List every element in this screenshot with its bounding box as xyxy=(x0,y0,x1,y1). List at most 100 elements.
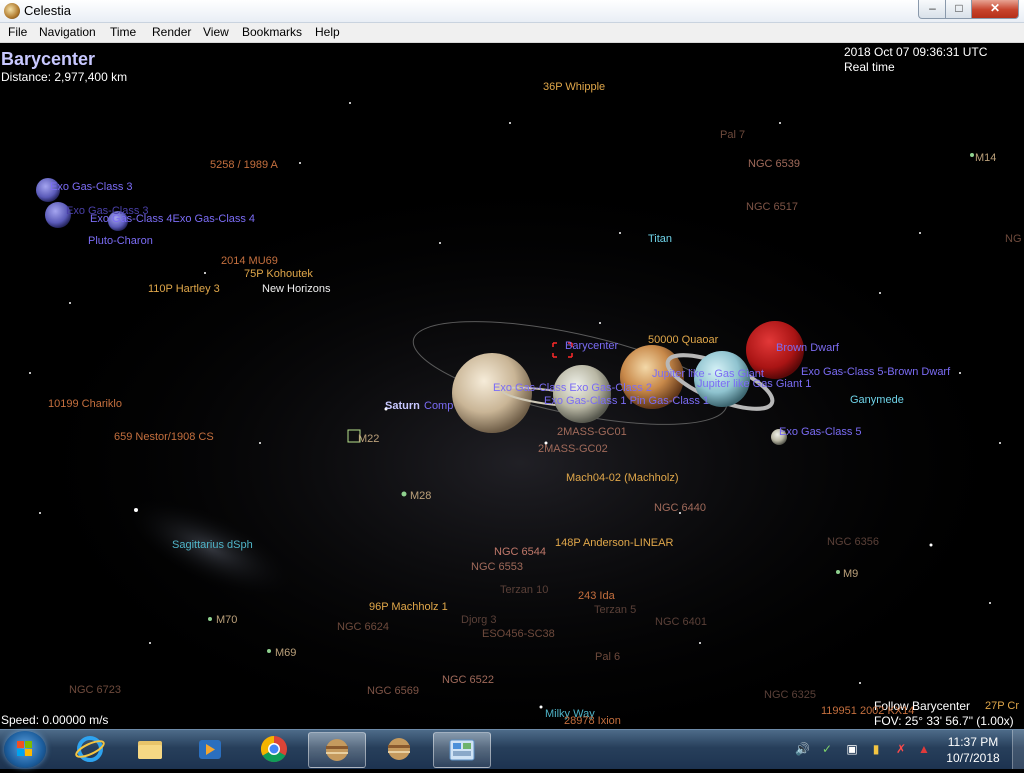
control-panel-icon xyxy=(449,739,475,761)
taskbar-explorer-button[interactable] xyxy=(122,732,178,766)
time-mode: Real time xyxy=(844,60,895,74)
window-titlebar: Celestia – □ ✕ xyxy=(0,0,1024,23)
maximize-button[interactable]: □ xyxy=(945,0,973,19)
label-ngc-6624[interactable]: NGC 6624 xyxy=(337,621,389,633)
folder-icon xyxy=(138,741,162,759)
label-ngc-6569[interactable]: NGC 6569 xyxy=(367,685,419,697)
label-ngc-6325[interactable]: NGC 6325 xyxy=(764,689,816,701)
taskbar-control-panel-button[interactable] xyxy=(433,732,491,768)
taskbar-celestia-button-2[interactable] xyxy=(371,732,427,766)
label-exo-gas-class-group[interactable]: Exo Gas-Class Exo Gas-Class 2 xyxy=(493,382,652,394)
label-96p-machholz-1[interactable]: 96P Machholz 1 xyxy=(369,601,448,613)
window-title: Celestia xyxy=(24,3,71,18)
label-m28[interactable]: M28 xyxy=(410,490,431,502)
menu-time[interactable]: Time xyxy=(110,25,136,39)
media-player-icon xyxy=(199,740,221,759)
label-ngc-6517[interactable]: NGC 6517 xyxy=(746,201,798,213)
security-icon[interactable]: ✓ xyxy=(820,742,834,756)
label-exo-gas-class-3a[interactable]: Exo Gas-Class 3 xyxy=(50,181,133,193)
label-pluto-charon[interactable]: Pluto-Charon xyxy=(88,235,153,247)
label-50000-quaoar[interactable]: 50000 Quaoar xyxy=(648,334,718,346)
label-110p-hartley-3[interactable]: 110P Hartley 3 xyxy=(148,283,220,295)
menu-bookmarks[interactable]: Bookmarks xyxy=(242,25,302,39)
label-djorg-3[interactable]: Djorg 3 xyxy=(461,614,496,626)
label-sagittarius-dsph[interactable]: Sagittarius dSph xyxy=(172,539,253,551)
label-terzan-5[interactable]: Terzan 5 xyxy=(594,604,636,616)
label-ngc-6356[interactable]: NGC 6356 xyxy=(827,536,879,548)
label-pal-6[interactable]: Pal 6 xyxy=(595,651,620,663)
label-m9[interactable]: M9 xyxy=(843,568,858,580)
label-ngc-6539[interactable]: NGC 6539 xyxy=(748,158,800,170)
label-pal-7[interactable]: Pal 7 xyxy=(720,129,745,141)
label-ngc-6522[interactable]: NGC 6522 xyxy=(442,674,494,686)
windows-logo-icon xyxy=(17,741,32,756)
label-m14[interactable]: M14 xyxy=(975,152,996,164)
label-5258-1989a[interactable]: 5258 / 1989 A xyxy=(210,159,278,171)
label-exo-gas-class-4-group[interactable]: Exo Gas-Class 4Exo Gas-Class 4 xyxy=(90,213,255,225)
volume-icon[interactable]: 🔊 xyxy=(795,742,810,756)
label-eso456-sc38[interactable]: ESO456-SC38 xyxy=(482,628,555,640)
label-28978-ixion[interactable]: 28978 Ixion xyxy=(564,715,621,727)
acrobat-icon[interactable]: ▲ xyxy=(917,742,931,756)
internet-explorer-icon xyxy=(75,736,105,762)
menu-bar: File Navigation Time Render View Bookmar… xyxy=(0,23,1024,43)
close-button[interactable]: ✕ xyxy=(971,0,1019,19)
taskbar-media-player-button[interactable] xyxy=(182,732,238,766)
label-brown-dwarf[interactable]: Brown Dwarf xyxy=(776,342,839,354)
label-saturn[interactable]: Saturn xyxy=(385,400,420,412)
label-10199-chariklo[interactable]: 10199 Chariklo xyxy=(48,398,122,410)
label-2mass-gc02[interactable]: 2MASS-GC02 xyxy=(538,443,608,455)
start-button[interactable] xyxy=(4,731,46,768)
label-machholz-overlap[interactable]: Mach04-02 (Machholz) xyxy=(566,472,679,484)
taskbar-clock-date[interactable]: 10/7/2018 xyxy=(943,751,1003,765)
menu-help[interactable]: Help xyxy=(315,25,340,39)
label-ngc-6544[interactable]: NGC 6544 xyxy=(494,546,546,558)
simulation-datetime: 2018 Oct 07 09:36:31 UTC xyxy=(844,45,988,59)
label-m70[interactable]: M70 xyxy=(216,614,237,626)
label-ganymede[interactable]: Ganymede xyxy=(850,394,904,406)
label-ngc-edge[interactable]: NG xyxy=(1005,233,1022,245)
label-ngc-6723[interactable]: NGC 6723 xyxy=(69,684,121,696)
label-659-nestor[interactable]: 659 Nestor/1908 CS xyxy=(114,431,214,443)
shield-icon[interactable]: ▮ xyxy=(869,742,883,756)
label-243-ida[interactable]: 243 Ida xyxy=(578,590,615,602)
label-jupiter-like-gas-giant-1[interactable]: Jupiter like Gas Giant 1 xyxy=(697,378,811,390)
label-terzan-10[interactable]: Terzan 10 xyxy=(500,584,548,596)
menu-render[interactable]: Render xyxy=(152,25,191,39)
label-titan[interactable]: Titan xyxy=(648,233,672,245)
network-icon[interactable]: ▣ xyxy=(845,742,859,756)
menu-file[interactable]: File xyxy=(8,25,27,39)
label-27p-crommelin[interactable]: 27P Cr xyxy=(985,700,1019,712)
label-m22[interactable]: M22 xyxy=(358,433,379,445)
celestia-viewport[interactable]: Barycenter Distance: 2,977,400 km 2018 O… xyxy=(0,43,1024,729)
minimize-button[interactable]: – xyxy=(918,0,947,19)
show-desktop-button[interactable] xyxy=(1012,730,1024,769)
taskbar-clock-time[interactable]: 11:37 PM xyxy=(943,735,1003,749)
label-2014-mu69[interactable]: 2014 MU69 xyxy=(221,255,278,267)
label-ngc-6553[interactable]: NGC 6553 xyxy=(471,561,523,573)
label-148p-anderson-linear[interactable]: 148P Anderson-LINEAR xyxy=(555,537,673,549)
label-ngc-6440[interactable]: NGC 6440 xyxy=(654,502,706,514)
label-exo-gas-class-5-brown-dwarf[interactable]: Exo Gas-Class 5-Brown Dwarf xyxy=(801,366,950,378)
label-119951[interactable]: 119951 2002 KX14 xyxy=(821,705,914,717)
label-exo-gas-class-5[interactable]: Exo Gas-Class 5 xyxy=(779,426,862,438)
taskbar-celestia-button-1[interactable] xyxy=(308,732,366,768)
celestia-app-icon xyxy=(4,3,20,19)
label-36p-whipple[interactable]: 36P Whipple xyxy=(543,81,605,93)
taskbar-ie-button[interactable] xyxy=(62,732,118,766)
action-center-icon[interactable]: ✗ xyxy=(894,742,908,756)
camera-speed: Speed: 0.00000 m/s xyxy=(1,713,109,727)
target-distance: Distance: 2,977,400 km xyxy=(1,70,128,84)
label-2mass-gc01[interactable]: 2MASS-GC01 xyxy=(557,426,627,438)
label-saturn-comp[interactable]: Comp xyxy=(424,400,453,412)
taskbar-chrome-button[interactable] xyxy=(246,732,302,766)
label-ngc-6401[interactable]: NGC 6401 xyxy=(655,616,707,628)
menu-navigation[interactable]: Navigation xyxy=(39,25,96,39)
label-barycenter[interactable]: Barycenter xyxy=(565,340,618,352)
menu-view[interactable]: View xyxy=(203,25,229,39)
label-75p-kohoutek[interactable]: 75P Kohoutek xyxy=(244,268,313,280)
target-name: Barycenter xyxy=(1,49,96,69)
label-m69[interactable]: M69 xyxy=(275,647,296,659)
label-exo-gas-class-group-2[interactable]: Exo Gas-Class 1 Pin Gas-Class 1 xyxy=(544,395,709,407)
label-new-horizons[interactable]: New Horizons xyxy=(262,283,330,295)
